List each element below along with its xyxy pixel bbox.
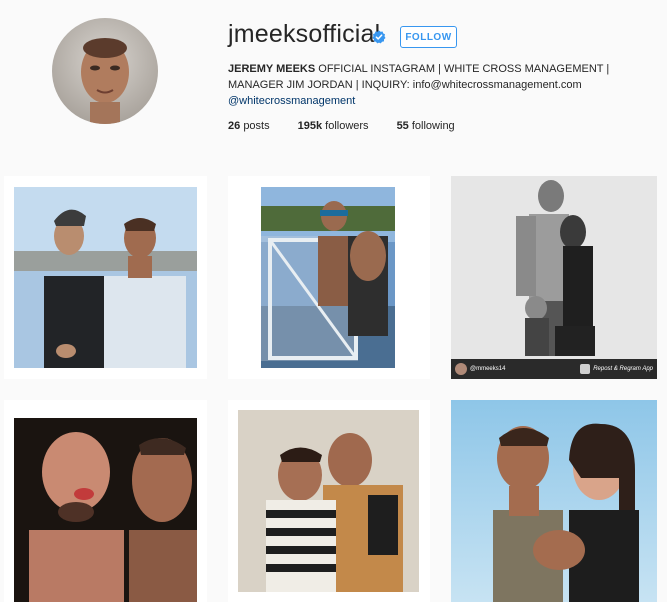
- post-image-1: [4, 176, 207, 379]
- post-image-2: [228, 176, 430, 379]
- avatar-image: [52, 18, 158, 124]
- repost-app-label: Repost & Regram App: [593, 366, 653, 372]
- repost-overlay-bar: @mmeeks14 Repost & Regram App: [451, 359, 657, 379]
- repost-handle: @mmeeks14: [470, 366, 506, 372]
- repost-app: Repost & Regram App: [580, 364, 653, 374]
- bio-name: JEREMY MEEKS: [228, 63, 316, 75]
- post-tile-2[interactable]: [228, 176, 430, 379]
- stat-following[interactable]: 55 following: [397, 120, 455, 132]
- follow-button[interactable]: FOLLOW: [400, 26, 457, 48]
- bio-line-2: MANAGER JIM JORDAN | INQUIRY: info@white…: [228, 79, 582, 91]
- followers-label: followers: [325, 120, 369, 132]
- bio-line-1-text: OFFICIAL INSTAGRAM | WHITE CROSS MANAGEM…: [315, 63, 610, 75]
- profile-stats: 26 posts 195k followers 55 following: [228, 120, 483, 132]
- post-image-5: [228, 400, 430, 602]
- repost-app-icon: [580, 364, 591, 374]
- posts-label: posts: [243, 120, 270, 132]
- post-tile-3[interactable]: @mmeeks14 Repost & Regram App: [451, 176, 657, 379]
- following-label: following: [411, 120, 455, 132]
- profile-avatar[interactable]: [52, 18, 158, 124]
- post-tile-1[interactable]: [4, 176, 207, 379]
- repost-user: @mmeeks14: [455, 363, 505, 375]
- post-image-3: [451, 176, 657, 379]
- bio-handle-link[interactable]: @whitecrossmanagement: [228, 95, 355, 107]
- posts-count: 26: [228, 120, 241, 132]
- profile-bio: JEREMY MEEKS OFFICIAL INSTAGRAM | WHITE …: [228, 61, 648, 109]
- following-count: 55: [396, 120, 409, 132]
- followers-count: 195k: [297, 120, 323, 132]
- post-tile-6[interactable]: [451, 400, 657, 602]
- username: jmeeksofficial: [228, 20, 381, 48]
- post-tile-5[interactable]: [228, 400, 430, 602]
- profile-header: jmeeksofficial FOLLOW JEREMY MEEKS OFFIC…: [0, 0, 667, 170]
- bio-line-1: JEREMY MEEKS OFFICIAL INSTAGRAM | WHITE …: [228, 61, 648, 77]
- post-image-6: [451, 400, 657, 602]
- post-tile-4[interactable]: [4, 400, 207, 602]
- post-image-4: [4, 400, 207, 602]
- stat-followers[interactable]: 195k followers: [298, 120, 369, 132]
- verified-badge-icon: [372, 30, 386, 44]
- stat-posts: 26 posts: [228, 120, 270, 132]
- repost-avatar-icon: [455, 363, 467, 375]
